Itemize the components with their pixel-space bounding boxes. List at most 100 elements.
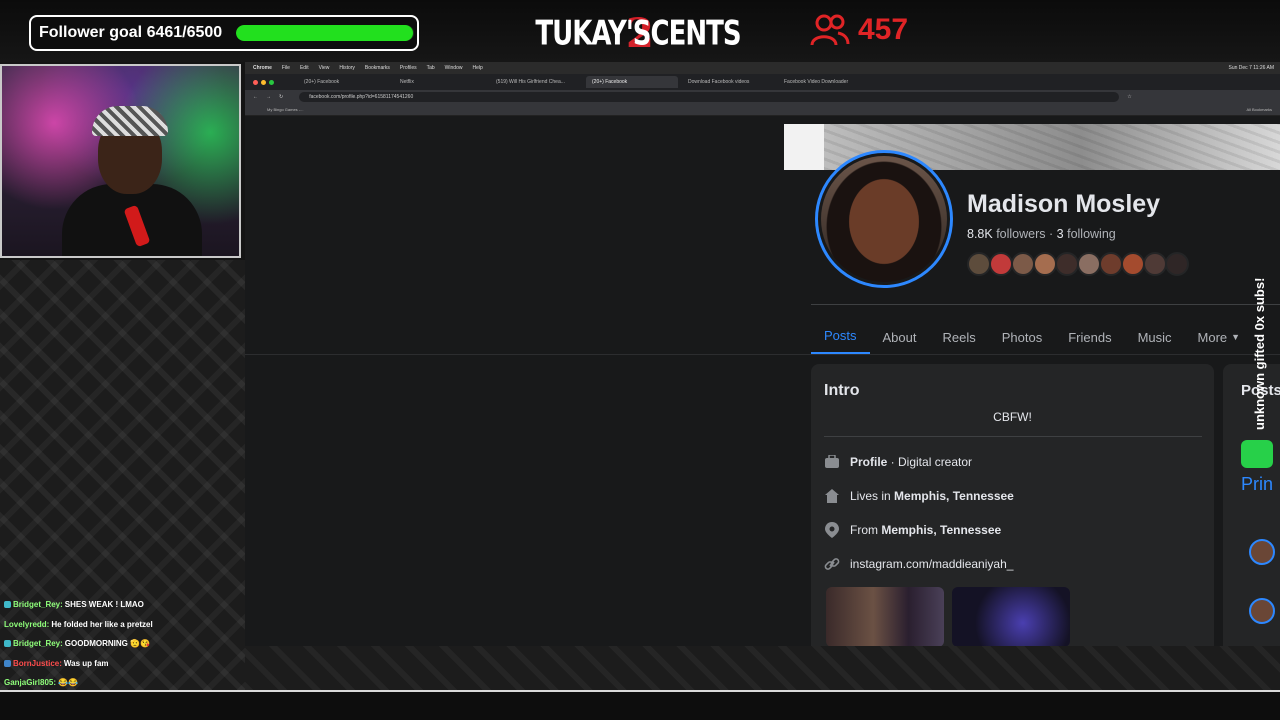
chat-message: Lovelyredd: He folded her like a pretzel: [4, 615, 242, 635]
spreadsheet-icon[interactable]: [1241, 440, 1273, 468]
profile-avatar[interactable]: [815, 150, 953, 288]
stream-overlay-header: Follower goal 6461/6500 TUKAY'SCENTS 2 4…: [0, 0, 1280, 62]
profile-tab-label: Reels: [942, 329, 976, 345]
featured-photos: [826, 587, 1070, 646]
friend-avatar[interactable]: [1121, 252, 1145, 276]
menubar-item[interactable]: Help: [472, 65, 482, 71]
intro-title: Intro: [824, 382, 860, 399]
browser-tab[interactable]: (20+) Facebook: [298, 76, 390, 88]
friend-avatar[interactable]: [1011, 252, 1035, 276]
viewer-count-value: 457: [858, 13, 909, 46]
following-count[interactable]: 3: [1057, 227, 1064, 241]
chat-username[interactable]: BornJustice:: [13, 659, 62, 668]
intro-from-city[interactable]: Memphis, Tennessee: [881, 523, 1001, 537]
profile-tab-label: Photos: [1001, 329, 1043, 345]
friend-avatar[interactable]: [1077, 252, 1101, 276]
menubar-item[interactable]: Tab: [427, 65, 435, 71]
profile-tab-label: More: [1197, 329, 1228, 345]
mutual-friends-avatars[interactable]: [967, 252, 1189, 276]
friend-avatar[interactable]: [989, 252, 1013, 276]
menubar-item[interactable]: Profiles: [400, 65, 417, 71]
chat-username[interactable]: GanjaGirl805:: [4, 678, 56, 687]
intro-card: Intro CBFW! Profile · Digital creator Li…: [811, 364, 1214, 646]
post-author-avatar[interactable]: [1249, 539, 1275, 565]
friend-avatar[interactable]: [1165, 252, 1189, 276]
follower-goal-widget: Follower goal 6461/6500: [29, 15, 419, 51]
friend-avatar[interactable]: [1055, 252, 1079, 276]
profile-tab-label: Friends: [1068, 329, 1112, 345]
followers-label[interactable]: followers: [996, 227, 1045, 241]
browser-tab[interactable]: (20+) Facebook: [586, 76, 678, 88]
chat-feed: Bridget_Rey: SHES WEAK ! LMAO Lovelyredd: H…: [4, 595, 242, 693]
chat-username[interactable]: Bridget_Rey:: [13, 600, 63, 609]
browser-tab[interactable]: Download Facebook videos: [682, 76, 774, 88]
profile-tabs: Posts About Reels Photos Friends Music More ▼: [811, 319, 1253, 355]
followers-count[interactable]: 8.8K: [967, 227, 993, 241]
intro-lives-city[interactable]: Memphis, Tennessee: [894, 489, 1014, 503]
back-icon[interactable]: ←: [253, 94, 258, 100]
profile-tab-about[interactable]: About: [870, 319, 930, 355]
featured-photo[interactable]: [826, 587, 944, 646]
browser-tab[interactable]: Netflix: [394, 76, 486, 88]
webcam-streamer-cap: [92, 106, 168, 136]
link-icon: [824, 556, 840, 572]
follower-goal-label: Follower goal 6461/6500: [39, 24, 223, 41]
bottom-bar: [0, 690, 1280, 720]
home-icon: [824, 488, 840, 504]
profile-tab-friends[interactable]: Friends: [1055, 319, 1124, 355]
profile-tab-label: About: [882, 329, 917, 345]
chat-message: Bridget_Rey: GOODMORNING 🫡😘: [4, 634, 242, 654]
following-label[interactable]: following: [1067, 227, 1116, 241]
address-bar[interactable]: facebook.com/profile.php?id=615811745412…: [299, 92, 1120, 102]
menubar-item[interactable]: File: [282, 65, 290, 71]
menubar-item[interactable]: Chrome: [253, 65, 272, 71]
reload-icon[interactable]: ↻: [279, 94, 283, 100]
menubar-item[interactable]: Edit: [300, 65, 309, 71]
friend-avatar[interactable]: [1099, 252, 1123, 276]
post-author-avatar[interactable]: [1249, 598, 1275, 624]
profile-tab-label: Posts: [824, 328, 857, 343]
chat-message: Bridget_Rey: SHES WEAK ! LMAO: [4, 595, 242, 615]
chat-username[interactable]: Bridget_Rey:: [13, 639, 63, 648]
profile-tab-photos[interactable]: Photos: [989, 319, 1055, 355]
intro-lives-prefix: Lives in: [850, 489, 895, 503]
menubar-item[interactable]: Window: [445, 65, 463, 71]
users-icon: [810, 14, 850, 46]
window-controls[interactable]: [253, 79, 274, 85]
chat-message: BornJustice: Was up fam: [4, 654, 242, 674]
profile-tab-posts[interactable]: Posts: [811, 319, 870, 355]
friend-avatar[interactable]: [967, 252, 991, 276]
menubar-item[interactable]: Bookmarks: [365, 65, 390, 71]
profile-stats: 8.8K followers · 3 following: [967, 227, 1116, 241]
intro-link[interactable]: instagram.com/maddieaniyah_: [850, 557, 1013, 571]
menubar-item[interactable]: View: [319, 65, 330, 71]
menubar-item[interactable]: History: [339, 65, 355, 71]
menubar-clock: Sun Dec 7 11:26 AM: [1228, 65, 1275, 71]
channel-logo: TUKAY'SCENTS 2: [535, 14, 741, 54]
profile-tab-music[interactable]: Music: [1125, 319, 1185, 355]
browser-tab[interactable]: (519) Will His Girlfriend Chea...: [490, 76, 582, 88]
close-window-button[interactable]: [253, 79, 258, 85]
featured-photo[interactable]: [952, 587, 1070, 646]
facebook-profile-page: Madison Mosley 8.8K followers · 3 follow…: [245, 124, 1280, 646]
bookmark-star-icon[interactable]: ☆: [1127, 94, 1131, 100]
friend-avatar[interactable]: [1143, 252, 1167, 276]
profile-tab-more[interactable]: More ▼: [1185, 319, 1254, 355]
profile-tab-reels[interactable]: Reels: [930, 319, 989, 355]
browser-tab[interactable]: Facebook Video Downloader: [778, 76, 870, 88]
browser-toolbar: ← → ↻ facebook.com/profile.php?id=615811…: [245, 90, 1280, 104]
chat-username[interactable]: Lovelyredd:: [4, 620, 49, 629]
friend-avatar[interactable]: [1033, 252, 1057, 276]
zoom-window-button[interactable]: [269, 79, 274, 85]
minimize-window-button[interactable]: [261, 79, 266, 85]
bookmark-item[interactable]: My Bingo Games -...: [267, 107, 303, 112]
bookmarks-bar: My Bingo Games -... All Bookmarks: [245, 104, 1280, 116]
posts-print-text[interactable]: Prin: [1241, 474, 1273, 495]
all-bookmarks-button[interactable]: All Bookmarks: [1246, 107, 1280, 112]
intro-profile-label: Profile: [850, 455, 888, 469]
mac-menubar: Chrome File Edit View History Bookmarks Profil…: [245, 62, 1280, 74]
intro-profile-row: Profile · Digital creator: [824, 454, 972, 470]
forward-icon[interactable]: →: [266, 94, 271, 100]
briefcase-icon: [824, 454, 840, 470]
viewer-count: 457: [810, 12, 908, 48]
